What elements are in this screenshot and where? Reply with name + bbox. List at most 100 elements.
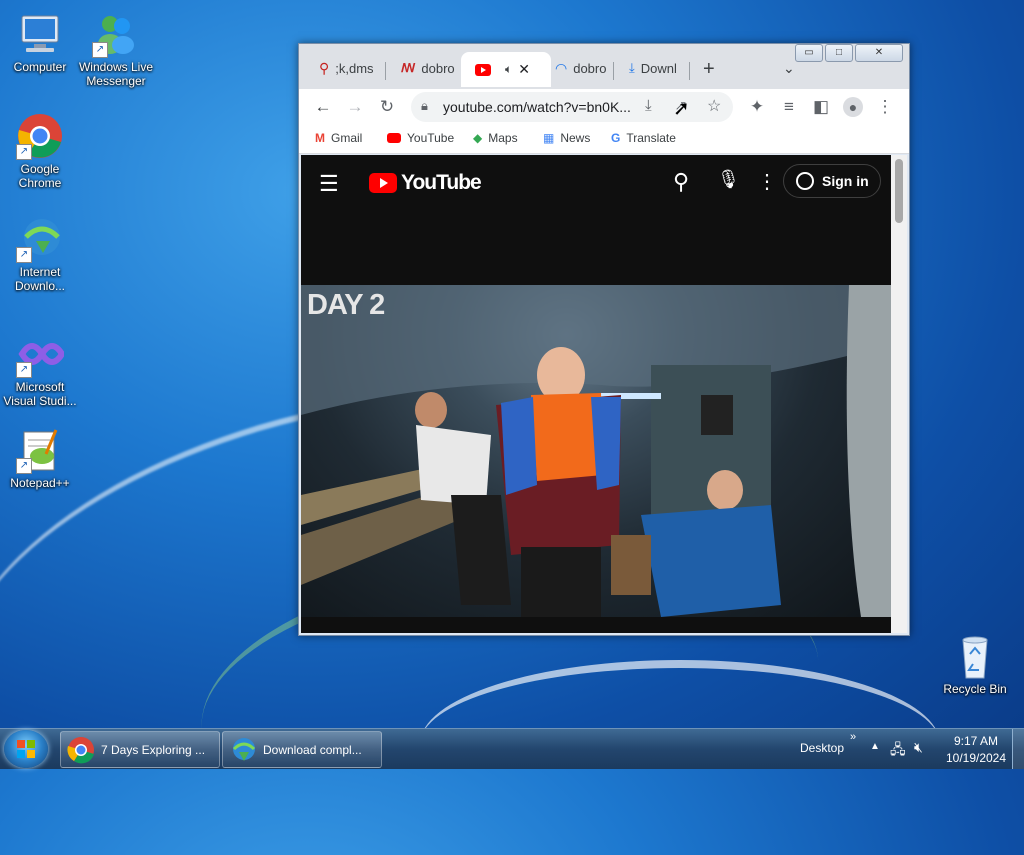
- download-icon: ⤓: [629, 60, 635, 75]
- side-panel-icon[interactable]: ◧: [809, 95, 833, 119]
- recycle-bin-icon: [951, 632, 999, 680]
- clock-time[interactable]: 9:17 AM: [946, 734, 1006, 748]
- new-tab-plus-icon[interactable]: +: [703, 58, 715, 81]
- minimize-button[interactable]: ▭: [795, 44, 823, 62]
- maximize-button[interactable]: □: [825, 44, 853, 62]
- desktop-icon-label: Windows Live Messenger: [78, 60, 154, 88]
- tab-label: ;k,dms: [335, 60, 374, 76]
- youtube-brand-text: YouTube: [401, 171, 482, 194]
- bookmark-maps[interactable]: ◆ Maps: [473, 131, 518, 145]
- bookmark-star-icon[interactable]: ☆: [707, 96, 721, 116]
- internet-download-manager-icon: [232, 737, 256, 761]
- desktop-icon-idm[interactable]: ↗ Internet Downlo...: [0, 215, 80, 293]
- bookmark-gmail[interactable]: M Gmail: [315, 131, 362, 145]
- taskbar-item-label: Download compl...: [263, 742, 362, 757]
- desktop-icon-messenger[interactable]: ↗ Windows Live Messenger: [76, 10, 156, 88]
- tab-separator: [385, 62, 386, 80]
- taskbar-item-download[interactable]: Download compl...: [222, 731, 382, 768]
- clock-date[interactable]: 10/19/2024: [940, 751, 1012, 765]
- desktop-icon-notepadpp[interactable]: ↗ Notepad++: [0, 426, 80, 490]
- youtube-icon: [475, 63, 491, 76]
- reload-icon[interactable]: ↻: [375, 95, 399, 119]
- maps-icon: ◆: [473, 131, 483, 145]
- browser-toolbar: ← → ↻ 🔒︎ youtube.com/watch?v=bn0K... ⤓ ⇗…: [299, 89, 909, 125]
- desktop-icon-recycle-bin[interactable]: Recycle Bin: [935, 632, 1015, 696]
- network-icon[interactable]: 🖧︎: [890, 739, 906, 763]
- bookmark-news[interactable]: ▦ News: [543, 131, 590, 145]
- start-button[interactable]: [4, 730, 48, 768]
- desktop-toolbar-label[interactable]: Desktop: [800, 741, 844, 755]
- bookmark-label: News: [560, 131, 591, 145]
- scrollbar-thumb[interactable]: [895, 159, 903, 223]
- bookmark-label: Translate: [626, 131, 676, 145]
- show-desktop-button[interactable]: [1012, 729, 1024, 769]
- search-icon: ⚲: [319, 59, 330, 76]
- chrome-icon: ↗: [16, 112, 64, 160]
- volume-muted-icon[interactable]: 🔇︎: [914, 739, 923, 756]
- shortcut-arrow-icon: ↗: [16, 458, 32, 474]
- extensions-puzzle-icon[interactable]: ✦: [745, 95, 769, 119]
- tab-label: Downl: [640, 60, 677, 76]
- chrome-window: ⚲ ;k,dms ꟿ dobro 🔈︎ ✕ ◠ dobro ⤓ Downl + …: [298, 43, 910, 636]
- bookmark-label: YouTube: [407, 131, 455, 145]
- media-queue-icon[interactable]: ≡: [777, 95, 801, 119]
- close-button[interactable]: ✕: [855, 44, 903, 62]
- shortcut-arrow-icon: ↗: [16, 247, 32, 263]
- tab-strip: ⚲ ;k,dms ꟿ dobro 🔈︎ ✕ ◠ dobro ⤓ Downl + …: [299, 44, 909, 89]
- tab-download[interactable]: ⤓ Downl: [615, 54, 699, 82]
- sign-in-button[interactable]: Sign in: [783, 164, 881, 198]
- taskbar-item-label: 7 Days Exploring ...: [101, 742, 206, 757]
- window-controls: ▭ □ ✕: [795, 44, 903, 62]
- video-frame-illustration: [301, 285, 891, 617]
- hamburger-menu-icon[interactable]: ☰: [319, 171, 339, 197]
- tab-separator: [613, 62, 614, 80]
- more-options-icon[interactable]: ⋮: [757, 169, 777, 194]
- desktop-icon-label: Internet Downlo...: [14, 265, 66, 293]
- menu-kebab-icon[interactable]: ⋮: [873, 95, 897, 119]
- youtube-header: ☰ YouTube ⚲ 🎙︎ ⋮ Sign in: [301, 155, 891, 211]
- account-circle-icon: [796, 172, 814, 190]
- shortcut-arrow-icon: ↗: [16, 144, 32, 160]
- url-text[interactable]: youtube.com/watch?v=bn0K...: [443, 99, 631, 115]
- search-icon[interactable]: ⚲: [673, 169, 689, 195]
- chrome-icon: [67, 736, 94, 763]
- news-icon: ▦: [543, 131, 555, 145]
- desktop-icon-chrome[interactable]: ↗ Google Chrome: [0, 112, 80, 190]
- close-tab-icon[interactable]: ✕: [518, 61, 530, 78]
- microphone-icon[interactable]: 🎙︎: [717, 169, 740, 190]
- page-content: ☰ YouTube ⚲ 🎙︎ ⋮ Sign in DAY 2: [301, 155, 891, 633]
- youtube-logo[interactable]: YouTube: [369, 171, 482, 195]
- show-hidden-icons-icon[interactable]: ▲: [870, 741, 880, 752]
- desktop-icon-label: Notepad++: [10, 476, 70, 490]
- bookmark-label: Gmail: [331, 131, 363, 145]
- back-arrow-icon[interactable]: ←: [311, 95, 335, 119]
- tab-search[interactable]: ⚲ ;k,dms: [305, 54, 397, 82]
- internet-download-manager-icon: ↗: [16, 215, 64, 263]
- desktop-icon-computer[interactable]: Computer: [0, 10, 80, 74]
- computer-icon: [16, 10, 64, 58]
- bookmark-translate[interactable]: G Translate: [611, 131, 676, 145]
- profile-avatar-icon[interactable]: ●: [841, 95, 865, 119]
- desktop-icon-visual-studio[interactable]: ↗ Microsoft Visual Studi...: [0, 330, 80, 408]
- page-scrollbar[interactable]: [891, 155, 907, 633]
- speaker-icon[interactable]: 🔈︎: [505, 62, 512, 77]
- forward-arrow-icon[interactable]: →: [343, 95, 367, 119]
- shortcut-arrow-icon: ↗: [92, 42, 108, 58]
- messenger-icon: ↗: [92, 10, 140, 58]
- tab-youtube-active[interactable]: 🔈︎ ✕: [461, 52, 551, 87]
- toolbar-chevron-icon[interactable]: »: [850, 731, 856, 743]
- desktop-icon-label: Computer: [13, 60, 67, 74]
- taskbar-item-chrome[interactable]: 7 Days Exploring ...: [60, 731, 220, 768]
- desktop-icon-label: Microsoft Visual Studi...: [3, 380, 77, 408]
- site-icon: ◠: [555, 59, 568, 76]
- tab-dobro-1[interactable]: ꟿ dobro: [387, 54, 471, 82]
- youtube-icon: [387, 133, 401, 143]
- tab-search-chevron-down-icon[interactable]: ⌄: [783, 60, 795, 77]
- visual-studio-icon: ↗: [16, 330, 66, 378]
- sign-in-label: Sign in: [822, 173, 869, 189]
- install-app-icon[interactable]: ⤓: [645, 97, 652, 114]
- bookmark-youtube[interactable]: YouTube: [387, 131, 454, 145]
- site-icon: ꟿ: [401, 61, 416, 75]
- video-player[interactable]: DAY 2: [301, 285, 891, 617]
- lock-icon: 🔒︎: [421, 98, 428, 113]
